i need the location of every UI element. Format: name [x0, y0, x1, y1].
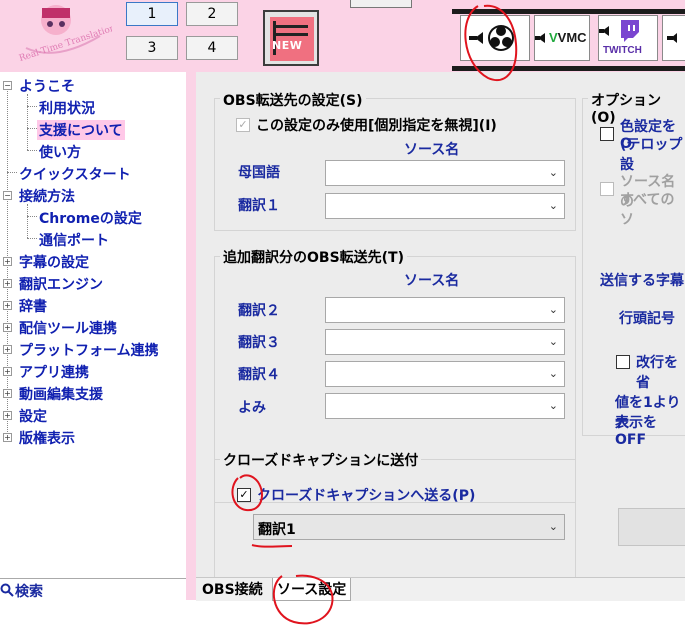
annotation-overlay	[231, 4, 518, 625]
